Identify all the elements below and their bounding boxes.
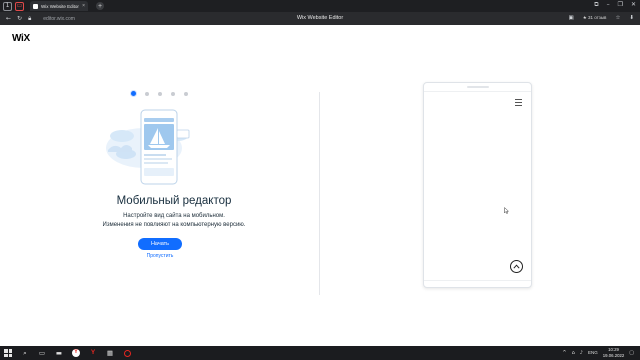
collections-icon[interactable]: ▭ (15, 1, 24, 11)
phone-speaker (467, 86, 489, 88)
phone-bottom-separator (424, 280, 531, 281)
windows-start-icon[interactable] (4, 349, 12, 357)
chevron-up-icon (513, 264, 520, 269)
wix-favicon-icon (33, 3, 38, 9)
notifications-icon[interactable]: ▢ (629, 350, 634, 356)
site-reviews-badge[interactable]: ★ 31 отзыв (583, 15, 607, 21)
clock[interactable]: 10:29 19.06.2022 (603, 347, 625, 358)
start-button[interactable]: Начать (138, 238, 182, 250)
step-dot-2[interactable] (145, 91, 149, 96)
tabs-menu-icon[interactable]: 1 (3, 1, 12, 11)
wix-logo: WiX (12, 33, 30, 44)
reader-mode-icon[interactable]: ▣ (569, 15, 574, 21)
hamburger-icon[interactable] (515, 99, 522, 108)
step-dot-1[interactable] (131, 91, 136, 96)
browser-tab-wix-editor[interactable]: Wix Website Editor × (30, 1, 88, 11)
yandex-browser-icon[interactable]: Y (72, 349, 80, 357)
file-explorer-icon[interactable]: ▬ (55, 349, 63, 357)
window-settings-icon[interactable]: ⧉ (594, 1, 598, 9)
clock-date: 19.06.2022 (602, 352, 625, 358)
mobile-preview-frame[interactable] (423, 82, 532, 288)
store-icon[interactable]: ▦ (106, 349, 114, 357)
skip-link[interactable]: Пропустить (130, 253, 190, 259)
tray-overflow-icon[interactable]: ^ (562, 350, 566, 356)
scroll-to-top-button[interactable] (510, 260, 523, 273)
tab-close-icon[interactable]: × (82, 3, 85, 9)
step-dot-3[interactable] (158, 91, 162, 96)
minimize-icon[interactable]: – (607, 1, 610, 9)
step-dot-5[interactable] (184, 91, 188, 96)
panel-divider (319, 92, 320, 295)
mouse-cursor-icon (504, 207, 509, 214)
bookmark-icon[interactable]: ☆ (615, 15, 620, 21)
download-icon[interactable]: ⬇ (629, 15, 634, 21)
close-window-icon[interactable]: ✕ (631, 1, 636, 9)
subtitle-line-2: Изменения не повлияют на компьютерную ве… (102, 222, 246, 228)
browser-tab-strip: 1 ▭ Wix Website Editor × + ⧉ – ❐ ✕ (0, 0, 640, 12)
restore-icon[interactable]: ❐ (618, 1, 623, 9)
new-tab-button[interactable]: + (96, 2, 104, 10)
windows-taskbar: ⌕ ▭ ▬ Y Y ▦ ^ ⌂ ♪ ENG 10:29 19.06.2022 ▢ (0, 346, 640, 360)
network-icon[interactable]: ⌂ (572, 350, 575, 356)
tab-title: Wix Website Editor (41, 3, 79, 9)
search-icon[interactable]: ⌕ (21, 349, 29, 357)
address-bar-actions: ▣ ★ 31 отзыв ☆ ⬇ (569, 15, 634, 21)
volume-icon[interactable]: ♪ (580, 350, 583, 356)
red-app-icon[interactable]: Y (89, 349, 97, 357)
red-ring-app-icon[interactable] (123, 349, 131, 357)
onboarding-step-indicator (131, 91, 188, 96)
onboarding-subtitle: Настройте вид сайта на мобильном. Измене… (70, 212, 278, 230)
language-indicator[interactable]: ENG (588, 350, 598, 355)
system-tray: ^ ⌂ ♪ ENG 10:29 19.06.2022 ▢ (562, 347, 634, 358)
phone-top-separator (424, 91, 531, 92)
window-controls: ⧉ – ❐ ✕ (594, 1, 636, 9)
address-bar: ← ↻ 🔒︎ editor.wix.com Wix Website Editor… (0, 12, 640, 25)
step-dot-4[interactable] (171, 91, 175, 96)
mobile-editor-illustration (106, 109, 190, 185)
task-view-icon[interactable]: ▭ (38, 349, 46, 357)
subtitle-line-1: Настройте вид сайта на мобильном. (123, 213, 225, 219)
page-heading: Wix Website Editor (296, 15, 344, 21)
onboarding-title: Мобильный редактор (116, 195, 232, 207)
